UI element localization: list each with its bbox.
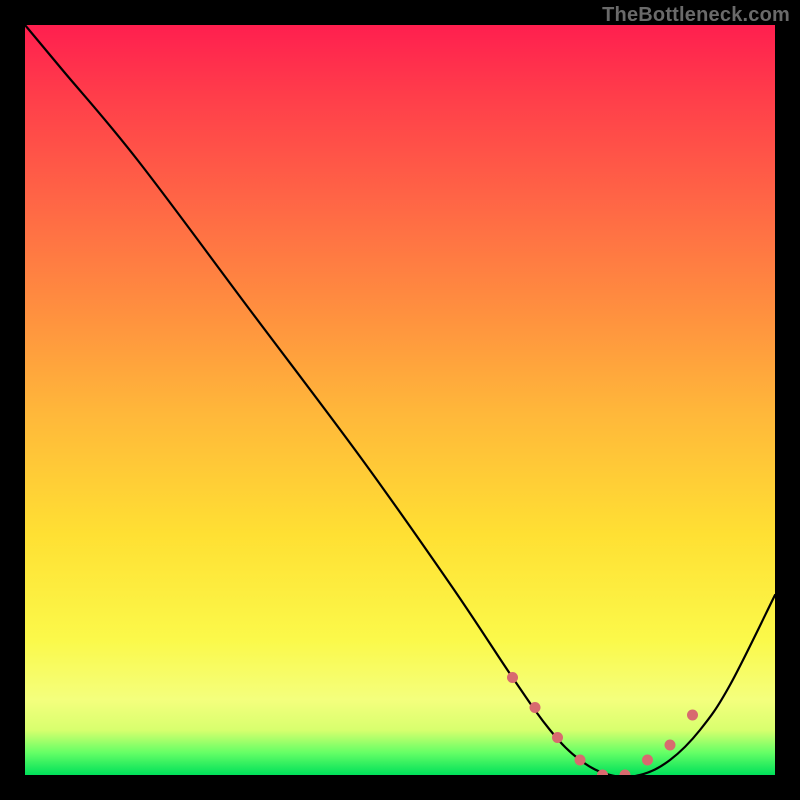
highlight-dot — [642, 755, 653, 766]
highlight-dot — [620, 770, 631, 776]
highlight-dot — [552, 732, 563, 743]
highlight-dot — [665, 740, 676, 751]
watermark-text: TheBottleneck.com — [602, 4, 790, 27]
highlight-dot — [530, 702, 541, 713]
highlight-dot — [507, 672, 518, 683]
bottleneck-curve-svg — [25, 25, 775, 775]
gradient-plot-area — [25, 25, 775, 775]
highlight-dot — [575, 755, 586, 766]
chart-stage: TheBottleneck.com — [0, 0, 800, 800]
bottleneck-curve-path — [25, 25, 775, 775]
highlight-dot — [687, 710, 698, 721]
